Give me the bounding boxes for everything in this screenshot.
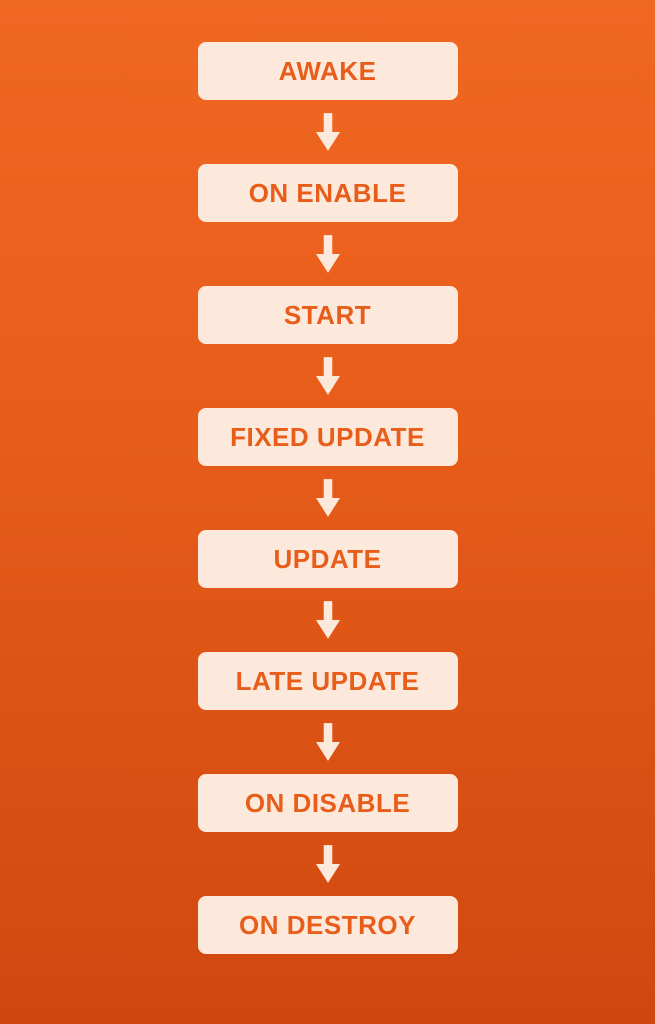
step-label: ON DISABLE <box>245 788 410 819</box>
arrow-down-icon <box>316 842 340 886</box>
arrow-down-icon <box>316 110 340 154</box>
step-label: AWAKE <box>279 56 377 87</box>
step-label: START <box>284 300 371 331</box>
lifecycle-step-awake: AWAKE <box>198 42 458 100</box>
lifecycle-step-on-enable: ON ENABLE <box>198 164 458 222</box>
lifecycle-step-late-update: LATE UPDATE <box>198 652 458 710</box>
arrow-down-icon <box>316 232 340 276</box>
step-label: ON ENABLE <box>249 178 407 209</box>
step-label: FIXED UPDATE <box>230 422 425 453</box>
arrow-down-icon <box>316 476 340 520</box>
lifecycle-step-on-destroy: ON DESTROY <box>198 896 458 954</box>
arrow-down-icon <box>316 598 340 642</box>
step-label: LATE UPDATE <box>236 666 420 697</box>
lifecycle-step-update: UPDATE <box>198 530 458 588</box>
arrow-down-icon <box>316 720 340 764</box>
step-label: UPDATE <box>274 544 382 575</box>
step-label: ON DESTROY <box>239 910 416 941</box>
arrow-down-icon <box>316 354 340 398</box>
lifecycle-step-start: START <box>198 286 458 344</box>
lifecycle-step-fixed-update: FIXED UPDATE <box>198 408 458 466</box>
lifecycle-step-on-disable: ON DISABLE <box>198 774 458 832</box>
